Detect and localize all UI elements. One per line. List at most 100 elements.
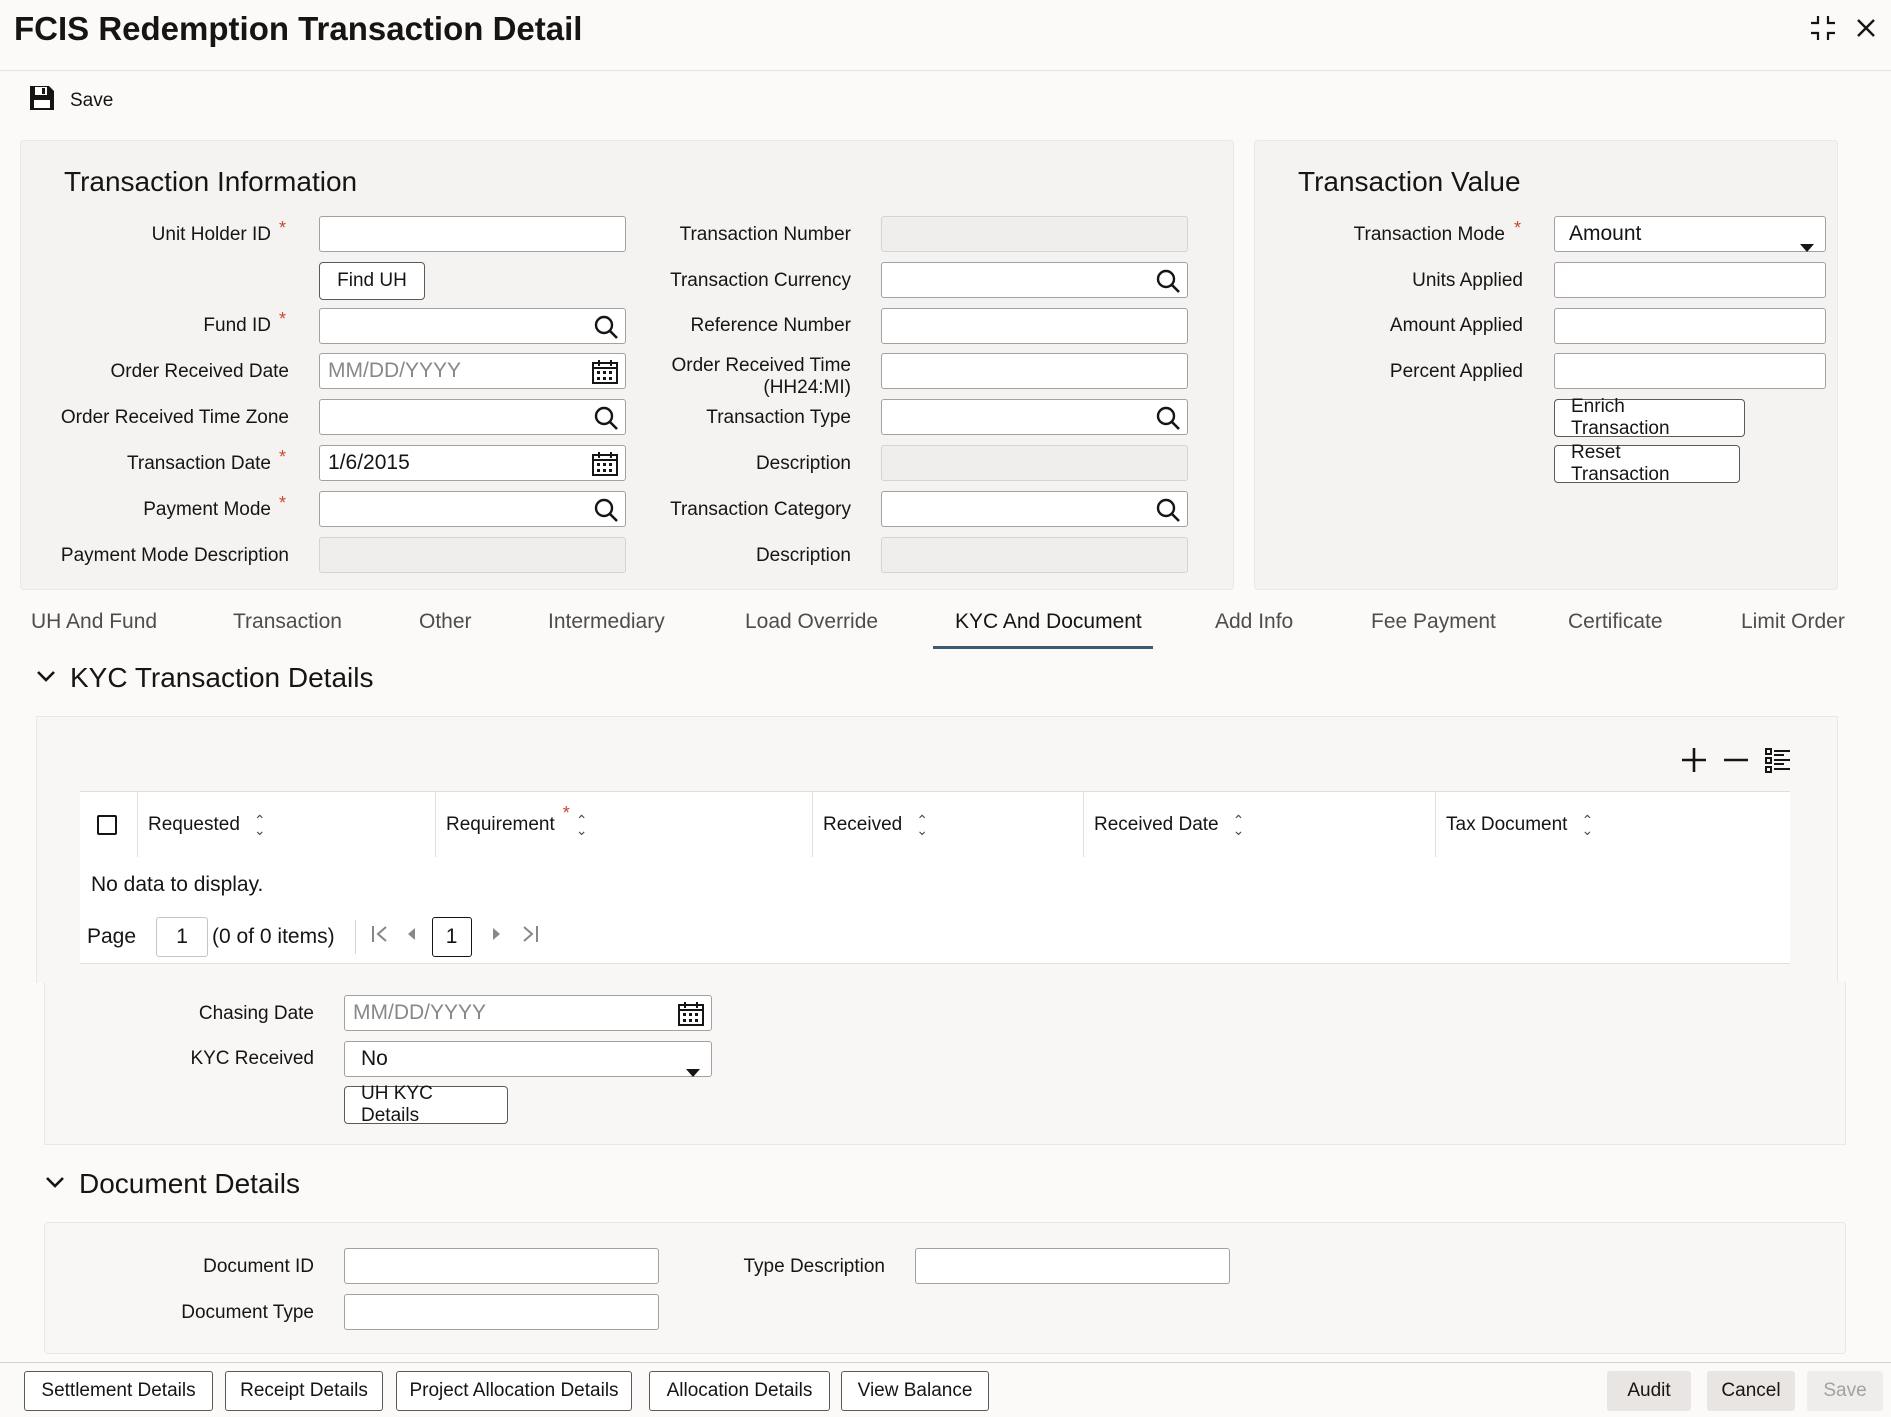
transaction-type-input[interactable]	[881, 399, 1188, 435]
next-page-icon[interactable]	[490, 924, 504, 950]
tab-certificate[interactable]: Certificate	[1568, 610, 1663, 634]
search-icon[interactable]	[1155, 268, 1181, 305]
order-received-time-label-line2: (HH24:MI)	[763, 377, 851, 398]
save-button[interactable]: Save	[1807, 1371, 1883, 1411]
column-requested[interactable]: Requested ⌃ ⌄	[137, 792, 435, 858]
document-id-input[interactable]	[344, 1248, 659, 1284]
first-page-icon[interactable]	[370, 924, 390, 950]
required-marker: *	[279, 309, 287, 329]
remove-row-icon[interactable]	[1722, 746, 1750, 779]
tab-intermediary[interactable]: Intermediary	[548, 610, 665, 634]
search-icon[interactable]	[1155, 405, 1181, 442]
fund-id-label: Fund ID	[203, 315, 271, 336]
fund-id-input[interactable]	[319, 308, 626, 344]
search-icon[interactable]	[593, 405, 619, 442]
description-label: Description	[755, 453, 851, 474]
sort-icon[interactable]: ⌃ ⌄	[916, 813, 928, 837]
sort-icon[interactable]: ⌃ ⌄	[254, 813, 266, 837]
calendar-icon[interactable]	[677, 1001, 705, 1038]
order-received-time-input[interactable]	[881, 353, 1188, 389]
required-marker: *	[1514, 218, 1522, 238]
tab-load-override[interactable]: Load Override	[745, 610, 878, 634]
payment-mode-input[interactable]	[319, 491, 626, 527]
find-uh-button[interactable]: Find UH	[319, 262, 425, 300]
column-received-date[interactable]: Received Date ⌃ ⌄	[1083, 792, 1435, 858]
amount-applied-input[interactable]	[1554, 308, 1826, 344]
units-applied-input[interactable]	[1554, 262, 1826, 298]
unit-holder-id-input[interactable]	[319, 216, 626, 252]
transaction-currency-input[interactable]	[881, 262, 1188, 298]
sort-icon[interactable]: ⌃ ⌄	[1233, 813, 1245, 837]
transaction-date-input[interactable]: 1/6/2015	[319, 445, 626, 481]
page-input[interactable]: 1	[156, 917, 209, 957]
toolbar-save-button[interactable]: Save	[28, 84, 113, 118]
column-received[interactable]: Received ⌃ ⌄	[812, 792, 1083, 858]
tab-kyc-and-document[interactable]: KYC And Document	[955, 610, 1142, 634]
select-all-checkbox[interactable]	[97, 815, 117, 835]
amount-applied-label: Amount Applied	[1389, 315, 1523, 336]
percent-applied-input[interactable]	[1554, 353, 1826, 389]
page-label: Page	[87, 925, 137, 948]
add-row-icon[interactable]	[1680, 746, 1708, 779]
chevron-down-icon[interactable]	[45, 1175, 65, 1194]
transaction-category-input[interactable]	[881, 491, 1188, 527]
required-marker: *	[279, 447, 287, 467]
uh-kyc-details-button[interactable]: UH KYC Details	[344, 1083, 508, 1126]
calendar-icon[interactable]	[591, 451, 619, 488]
chasing-date-input[interactable]: MM/DD/YYYY	[344, 995, 712, 1031]
dropdown-arrow-icon[interactable]	[1799, 230, 1815, 264]
project-allocation-details-button[interactable]: Project Allocation Details	[396, 1371, 632, 1411]
tab-uh-and-fund[interactable]: UH And Fund	[31, 610, 157, 634]
tab-add-info[interactable]: Add Info	[1215, 610, 1293, 634]
type-description-input[interactable]	[915, 1248, 1230, 1284]
select-all-cell	[80, 792, 137, 858]
search-icon[interactable]	[593, 314, 619, 351]
chevron-down-icon[interactable]	[36, 669, 56, 688]
reference-number-input[interactable]	[881, 308, 1188, 344]
search-icon[interactable]	[1155, 497, 1181, 534]
kyc-section-header[interactable]: KYC Transaction Details	[36, 662, 373, 694]
column-tax-document[interactable]: Tax Document ⌃ ⌄	[1435, 792, 1790, 858]
close-icon[interactable]	[1855, 17, 1877, 44]
tab-other[interactable]: Other	[419, 610, 472, 634]
audit-button[interactable]: Audit	[1607, 1371, 1691, 1411]
transaction-date-label: Transaction Date	[127, 453, 271, 474]
column-list-icon[interactable]	[1764, 746, 1792, 779]
transaction-mode-label: Transaction Mode	[1353, 224, 1505, 245]
current-page[interactable]: 1	[431, 917, 472, 957]
sort-icon[interactable]: ⌃ ⌄	[576, 813, 588, 837]
search-icon[interactable]	[593, 497, 619, 534]
required-marker: *	[279, 218, 287, 238]
kyc-received-select[interactable]: No	[344, 1041, 712, 1077]
document-section-header[interactable]: Document Details	[45, 1168, 300, 1200]
transaction-mode-select[interactable]: Amount	[1554, 216, 1826, 252]
calendar-icon[interactable]	[591, 359, 619, 396]
allocation-details-button[interactable]: Allocation Details	[649, 1371, 830, 1411]
collapse-icon[interactable]	[1809, 14, 1837, 47]
view-balance-button[interactable]: View Balance	[841, 1371, 989, 1411]
cancel-button[interactable]: Cancel	[1707, 1371, 1795, 1411]
tab-transaction[interactable]: Transaction	[233, 610, 342, 634]
document-section-title: Document Details	[79, 1168, 300, 1199]
order-received-date-input[interactable]: MM/DD/YYYY	[319, 353, 626, 389]
type-description-label: Type Description	[743, 1256, 885, 1277]
last-page-icon[interactable]	[520, 924, 540, 950]
document-type-label: Document Type	[181, 1302, 314, 1323]
reference-number-label: Reference Number	[690, 315, 851, 336]
previous-page-icon[interactable]	[404, 924, 418, 950]
sort-icon[interactable]: ⌃ ⌄	[1581, 813, 1593, 837]
kyc-grid-header: Requested ⌃ ⌄ Requirement * ⌃ ⌄ Received ⌃ ⌄ Re…	[80, 791, 1790, 859]
tab-limit-order[interactable]: Limit Order	[1741, 610, 1845, 634]
transaction-category-label: Transaction Category	[670, 499, 851, 520]
dropdown-arrow-icon[interactable]	[685, 1055, 701, 1089]
tab-fee-payment[interactable]: Fee Payment	[1371, 610, 1496, 634]
order-received-date-label: Order Received Date	[110, 361, 289, 382]
reset-transaction-button[interactable]: Reset Transaction	[1554, 442, 1740, 485]
column-requirement[interactable]: Requirement * ⌃ ⌄	[435, 792, 812, 858]
receipt-details-button[interactable]: Receipt Details	[225, 1371, 383, 1411]
settlement-details-button[interactable]: Settlement Details	[24, 1371, 213, 1411]
enrich-transaction-button[interactable]: Enrich Transaction	[1554, 396, 1745, 439]
order-received-time-zone-input[interactable]	[319, 399, 626, 435]
document-type-input[interactable]	[344, 1294, 659, 1330]
transaction-number-input	[881, 216, 1188, 252]
